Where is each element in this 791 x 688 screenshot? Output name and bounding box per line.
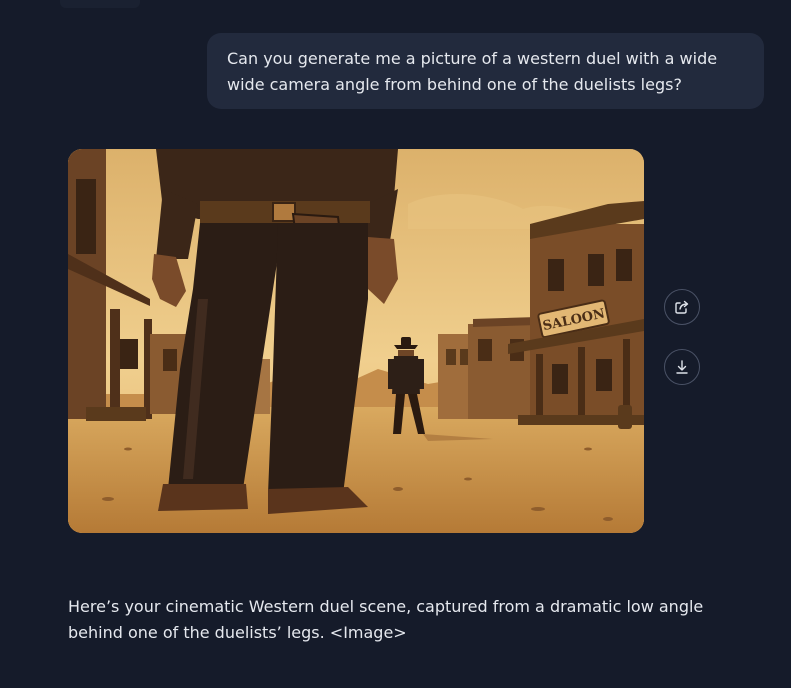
chat-page: Can you generate me a picture of a weste… xyxy=(0,0,791,688)
user-message-bubble: Can you generate me a picture of a weste… xyxy=(207,33,764,109)
assistant-message-text: Here’s your cinematic Western duel scene… xyxy=(68,597,704,642)
download-button[interactable] xyxy=(664,349,700,385)
download-icon xyxy=(676,360,688,374)
user-message-text: Can you generate me a picture of a weste… xyxy=(227,49,718,94)
share-button[interactable] xyxy=(664,289,700,325)
western-duel-illustration: SALOON xyxy=(68,149,644,533)
generated-image[interactable]: SALOON xyxy=(68,149,644,533)
assistant-message: Here’s your cinematic Western duel scene… xyxy=(68,594,758,646)
previous-message-edge xyxy=(60,0,140,8)
share-icon xyxy=(675,300,689,314)
dusty-street xyxy=(68,407,644,533)
